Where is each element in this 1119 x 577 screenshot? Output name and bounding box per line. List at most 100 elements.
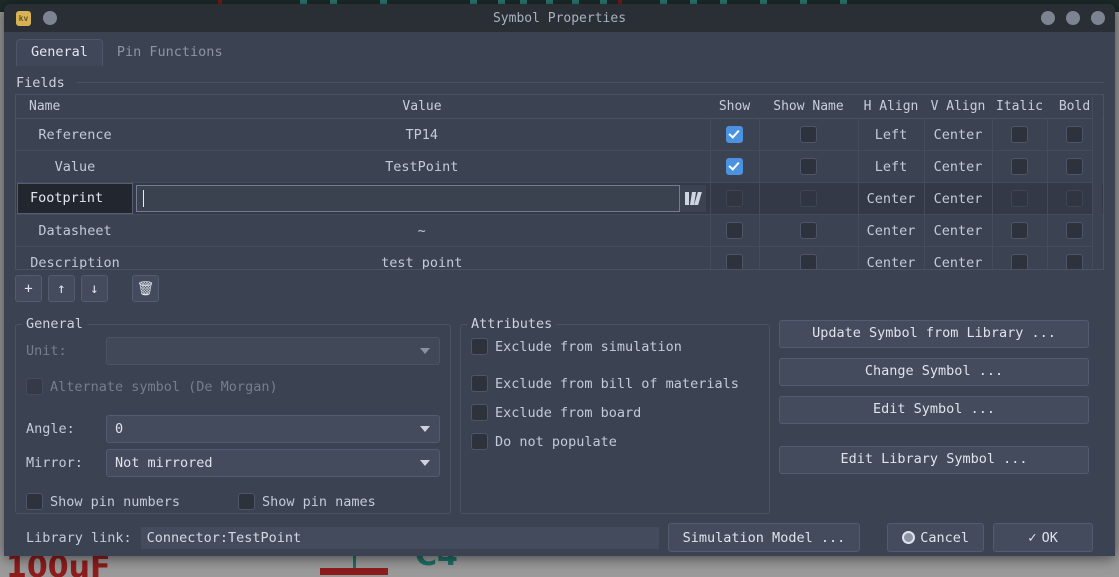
column-header-show[interactable]: Show bbox=[710, 95, 759, 119]
checkbox-bold[interactable] bbox=[1066, 190, 1084, 207]
cell-show[interactable] bbox=[709, 214, 759, 247]
cell-italic[interactable] bbox=[991, 118, 1047, 151]
checkbox-alternate-symbol[interactable] bbox=[26, 378, 43, 395]
table-row[interactable]: Datasheet ~ Center Center bbox=[16, 214, 1103, 247]
mirror-dropdown[interactable]: Not mirrored bbox=[106, 449, 440, 477]
cell-field-value[interactable]: ~ bbox=[134, 214, 710, 247]
cell-field-name[interactable]: Description bbox=[16, 246, 134, 269]
tab-pin-functions[interactable]: Pin Functions bbox=[103, 39, 237, 66]
column-header-italic[interactable]: Italic bbox=[992, 95, 1047, 119]
cell-v-align[interactable]: Center bbox=[923, 214, 992, 247]
checkbox-bold[interactable] bbox=[1066, 158, 1084, 175]
field-name-selected-label[interactable]: Footprint bbox=[17, 183, 133, 214]
checkbox-show[interactable] bbox=[726, 254, 743, 269]
cell-field-value[interactable]: test point bbox=[134, 246, 710, 269]
column-header-h-align[interactable]: H Align bbox=[858, 95, 924, 119]
checkbox-show-pin-names[interactable] bbox=[238, 493, 255, 510]
cell-h-align[interactable]: Left bbox=[857, 118, 924, 151]
cell-field-value[interactable]: TestPoint bbox=[134, 150, 710, 183]
column-header-value[interactable]: Value bbox=[134, 95, 710, 119]
cell-show[interactable] bbox=[709, 150, 759, 183]
cell-show[interactable] bbox=[709, 182, 759, 215]
cell-show-name[interactable] bbox=[758, 118, 858, 151]
exclude-bom-row[interactable]: Exclude from bill of materials bbox=[461, 375, 769, 392]
checkbox-show-name[interactable] bbox=[800, 126, 817, 143]
change-symbol-button[interactable]: Change Symbol ... bbox=[779, 358, 1089, 386]
checkbox-show[interactable] bbox=[726, 190, 743, 207]
library-browser-icon[interactable] bbox=[680, 185, 706, 212]
cell-italic[interactable] bbox=[991, 246, 1047, 269]
checkbox-show-name[interactable] bbox=[800, 190, 817, 207]
update-symbol-from-library-button[interactable]: Update Symbol from Library ... bbox=[779, 320, 1089, 348]
checkbox-show-name[interactable] bbox=[800, 254, 817, 269]
checkbox-exclude-from-board[interactable] bbox=[471, 404, 488, 421]
column-header-name[interactable]: Name bbox=[16, 95, 134, 119]
column-header-show-name[interactable]: Show Name bbox=[759, 95, 858, 119]
footprint-value-editor[interactable] bbox=[136, 185, 706, 212]
cell-v-align[interactable]: Center bbox=[923, 246, 992, 269]
cell-v-align[interactable]: Center bbox=[923, 118, 992, 151]
cell-show-name[interactable] bbox=[758, 214, 858, 247]
checkbox-show-name[interactable] bbox=[800, 222, 817, 239]
footprint-text-input[interactable] bbox=[136, 185, 680, 212]
cell-show-name[interactable] bbox=[758, 246, 858, 269]
move-field-up-button[interactable]: ↑ bbox=[48, 275, 75, 302]
cell-italic[interactable] bbox=[991, 150, 1047, 183]
edit-symbol-button[interactable]: Edit Symbol ... bbox=[779, 396, 1089, 424]
checkbox-exclude-from-simulation[interactable] bbox=[471, 338, 488, 355]
cell-field-name[interactable]: Value bbox=[16, 150, 134, 183]
cell-h-align[interactable]: Left bbox=[857, 150, 924, 183]
checkbox-show[interactable] bbox=[726, 158, 743, 175]
cell-h-align[interactable]: Center bbox=[857, 246, 924, 269]
checkbox-exclude-from-bom[interactable] bbox=[471, 375, 488, 392]
cancel-button[interactable]: Cancel bbox=[887, 523, 984, 552]
exclude-simulation-row[interactable]: Exclude from simulation bbox=[461, 338, 769, 355]
cell-h-align[interactable]: Center bbox=[857, 182, 924, 215]
minimize-button[interactable] bbox=[1041, 11, 1055, 25]
cell-show-name[interactable] bbox=[758, 182, 858, 215]
cell-show-name[interactable] bbox=[758, 150, 858, 183]
close-button[interactable] bbox=[1091, 11, 1105, 25]
checkbox-show-pin-numbers[interactable] bbox=[26, 493, 43, 510]
tab-general[interactable]: General bbox=[16, 39, 103, 66]
checkbox-italic[interactable] bbox=[1011, 254, 1028, 269]
delete-field-button[interactable]: 🗑 bbox=[132, 275, 159, 302]
checkbox-show-name[interactable] bbox=[800, 158, 817, 175]
show-pin-numbers-row[interactable]: Show pin numbers bbox=[16, 493, 238, 510]
alternate-symbol-row[interactable]: Alternate symbol (De Morgan) bbox=[16, 378, 450, 395]
checkbox-bold[interactable] bbox=[1066, 126, 1084, 143]
cell-italic[interactable] bbox=[991, 214, 1047, 247]
checkbox-bold[interactable] bbox=[1066, 254, 1084, 269]
checkbox-show[interactable] bbox=[726, 222, 743, 239]
checkbox-italic[interactable] bbox=[1011, 222, 1028, 239]
column-header-v-align[interactable]: V Align bbox=[924, 95, 992, 119]
cell-show[interactable] bbox=[709, 118, 759, 151]
do-not-populate-row[interactable]: Do not populate bbox=[461, 433, 769, 450]
show-pin-names-row[interactable]: Show pin names bbox=[238, 493, 376, 510]
cell-italic[interactable] bbox=[991, 182, 1047, 215]
checkbox-bold[interactable] bbox=[1066, 222, 1084, 239]
cell-h-align[interactable]: Center bbox=[857, 214, 924, 247]
add-field-button[interactable]: + bbox=[15, 275, 42, 302]
checkbox-show[interactable] bbox=[726, 126, 743, 143]
cell-field-name[interactable]: Reference bbox=[16, 118, 134, 151]
checkbox-italic[interactable] bbox=[1011, 126, 1028, 143]
table-row[interactable]: Value TestPoint Left Center bbox=[16, 150, 1103, 183]
window-menu-dot[interactable] bbox=[43, 11, 57, 25]
cell-show[interactable] bbox=[709, 246, 759, 269]
table-row[interactable]: Reference TP14 Left Center bbox=[16, 118, 1103, 151]
table-row[interactable]: Footprint Center Center bbox=[16, 182, 1103, 215]
unit-dropdown[interactable] bbox=[106, 337, 440, 365]
simulation-model-button[interactable]: Simulation Model ... bbox=[667, 523, 861, 552]
cell-v-align[interactable]: Center bbox=[923, 182, 992, 215]
angle-dropdown[interactable]: 0 bbox=[106, 415, 440, 443]
ok-button[interactable]: ✓ OK bbox=[993, 523, 1093, 552]
checkbox-do-not-populate[interactable] bbox=[471, 433, 488, 450]
table-row[interactable]: Description test point Center Center bbox=[16, 246, 1103, 269]
checkbox-italic[interactable] bbox=[1011, 190, 1028, 207]
maximize-button[interactable] bbox=[1066, 11, 1080, 25]
cell-field-value[interactable] bbox=[134, 182, 710, 215]
cell-field-name[interactable]: Footprint bbox=[16, 182, 134, 215]
move-field-down-button[interactable]: ↓ bbox=[81, 275, 108, 302]
fields-table-scrollbar[interactable] bbox=[1092, 96, 1102, 268]
